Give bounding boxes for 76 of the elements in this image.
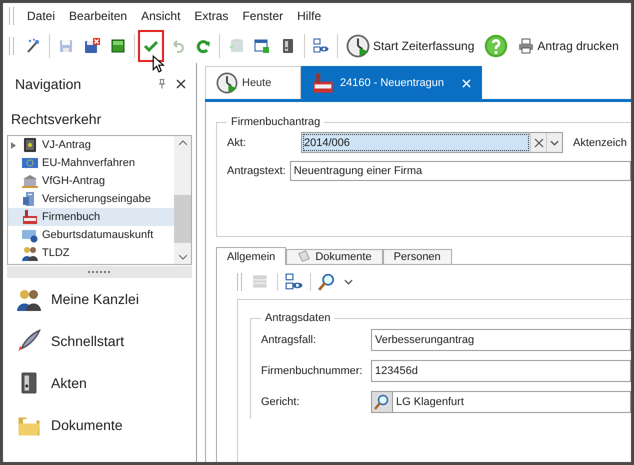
factory-icon	[312, 72, 334, 94]
clear-icon[interactable]	[534, 138, 544, 148]
menu-item[interactable]: Fenster	[235, 9, 290, 23]
database-icon	[228, 38, 244, 54]
field-value: 123456d	[374, 365, 418, 377]
field-value: LG Klagenfurt	[395, 396, 464, 408]
chevron-down-icon[interactable]	[550, 140, 559, 146]
list-item[interactable]: Versicherungseingabe	[8, 190, 174, 208]
scroll-down-icon[interactable]	[178, 255, 186, 260]
document-tab[interactable]: 24160 - Neuentragun	[301, 66, 482, 99]
field-value: Verbesserungantrag	[374, 334, 474, 346]
list-item[interactable]: TLDZ	[8, 244, 174, 262]
lookup-button[interactable]	[372, 392, 393, 412]
clock-icon	[216, 72, 238, 94]
menu-item[interactable]: Bearbeiten	[62, 9, 134, 23]
pin-icon	[156, 78, 168, 90]
menu-item[interactable]: Ansicht	[134, 9, 188, 23]
search-icon	[318, 273, 336, 291]
input-field[interactable]: Verbesserungantrag	[371, 329, 631, 351]
combo-box[interactable]: 2014/006	[301, 132, 563, 153]
help-icon	[484, 34, 508, 58]
input-field[interactable]: 123456d	[371, 360, 631, 382]
toolbar-button[interactable]: Antrag drucken	[513, 30, 624, 62]
binder-icon	[280, 38, 296, 54]
group-title: Antragsdaten	[264, 312, 332, 324]
card-icon	[22, 227, 38, 243]
splitter-handle[interactable]	[7, 266, 192, 278]
toolbar-button[interactable]: Start Zeiterfassung	[341, 30, 480, 62]
tab[interactable]: Allgemein	[216, 247, 286, 265]
list-item[interactable]: EU-Mahnverfahren	[8, 154, 174, 172]
field-label: Akt:	[227, 136, 247, 148]
chevron-down-icon[interactable]	[344, 279, 353, 285]
menu-item[interactable]: Extras	[187, 9, 236, 23]
field-label: Antragstext:	[227, 164, 286, 176]
group-title: Firmenbuchantrag	[230, 116, 322, 128]
window-icon	[254, 38, 270, 54]
printer-icon	[518, 38, 534, 54]
search-icon	[374, 394, 390, 410]
input-field[interactable]: Neuentragung einer Firma	[290, 160, 631, 180]
people-icon	[22, 245, 38, 261]
scroll-up-icon[interactable]	[178, 140, 186, 145]
field-label: Gericht:	[261, 396, 301, 408]
network-icon	[285, 273, 303, 291]
section-title: Rechtsverkehr	[10, 110, 102, 129]
safe-icon	[22, 137, 38, 153]
list-item[interactable]: VJ-Antrag	[8, 136, 174, 154]
expand-icon[interactable]	[10, 142, 16, 148]
field-label: Aktenzeich	[573, 136, 627, 148]
tab[interactable]: Personen	[382, 249, 452, 264]
factory-icon	[22, 209, 38, 225]
network-icon	[313, 38, 329, 54]
clock-icon	[346, 34, 370, 58]
flag-icon	[22, 155, 38, 171]
scrollbar[interactable]	[174, 136, 191, 264]
menu-item[interactable]: Datei	[20, 9, 62, 23]
document-tab[interactable]: Heute	[205, 66, 301, 99]
navigation-button[interactable]: Schnellstart	[7, 320, 192, 362]
redo-icon	[195, 38, 211, 54]
menu-item[interactable]: Hilfe	[290, 9, 328, 23]
list-item[interactable]: Geburtsdatumauskunft	[8, 226, 174, 244]
people-icon	[17, 287, 41, 311]
building-icon	[22, 173, 38, 189]
magic-wand-icon	[25, 38, 41, 54]
checkmark-icon	[143, 38, 159, 54]
paper-icon	[297, 250, 312, 264]
tab[interactable]: Dokumente	[286, 249, 383, 264]
panel-title: Navigation	[15, 76, 82, 92]
navigation-button[interactable]: Dokumente	[7, 404, 192, 446]
list-item[interactable]: Firmenbuch	[8, 208, 174, 226]
field-label: Firmenbuchnummer:	[261, 365, 364, 377]
field-label: Antragsfall:	[261, 334, 318, 346]
navigation-button[interactable]: Akten	[7, 362, 192, 404]
close-icon[interactable]	[176, 79, 186, 89]
navigation-button[interactable]: Meine Kanzlei	[7, 278, 192, 320]
input-field[interactable]: LG Klagenfurt	[371, 391, 631, 413]
list-item[interactable]: VfGH-Antrag	[8, 172, 174, 190]
